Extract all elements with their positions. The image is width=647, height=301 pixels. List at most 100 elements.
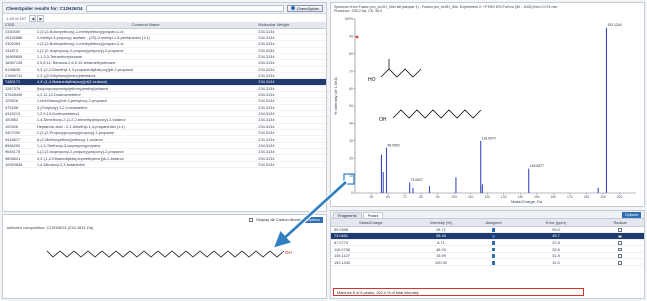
col-radical[interactable]: Radical bbox=[596, 219, 644, 227]
spectrum-marker-icon bbox=[355, 35, 359, 39]
tab-fragments[interactable]: Fragments bbox=[333, 212, 362, 218]
results-count: 1-40 of 107 bbox=[6, 15, 27, 21]
pager-prev-icon[interactable]: ◀ bbox=[29, 14, 37, 22]
fragment-row[interactable]: 192.1240 100.00 12.0 bbox=[331, 258, 644, 267]
fragment-row[interactable]: 73.0651 98.45 45.7 bbox=[331, 232, 644, 240]
assigned-checkbox[interactable] bbox=[491, 254, 496, 258]
y-tick-label: 80 bbox=[349, 52, 353, 56]
x-tick-label: 90 bbox=[436, 195, 440, 199]
radical-checkbox[interactable] bbox=[618, 260, 622, 265]
compound-row[interactable]: 10953838 1,4-Dibutoxy-2,3-butanediol 234.3… bbox=[3, 161, 326, 169]
compound-mw: 234.3134 bbox=[256, 161, 326, 169]
fragment-assigned bbox=[471, 226, 516, 234]
assigned-checkbox[interactable] bbox=[491, 227, 496, 232]
fragment-assigned bbox=[471, 232, 516, 240]
molecule-backbone bbox=[46, 250, 285, 258]
spectrum-title-line2: Precursor: 235.2 Da, CE: 35.0 bbox=[334, 9, 383, 14]
radical-checkbox[interactable] bbox=[618, 227, 622, 232]
assigned-checkbox[interactable] bbox=[491, 241, 496, 245]
col-assigned[interactable]: Assigned bbox=[471, 219, 516, 227]
molecule-structure: OH bbox=[46, 250, 292, 258]
fragments-header: Mass/Charge Intensity (%) Assigned Error… bbox=[331, 219, 644, 227]
spectrum-chart[interactable]: 100%908070605040302010050 60 70 80 90 100 110 1… bbox=[331, 15, 644, 205]
x-tick-label: 50 bbox=[370, 195, 374, 199]
display-all-checkbox[interactable] bbox=[249, 217, 254, 222]
fragment-error: 99.0 bbox=[516, 226, 596, 234]
results-toolbar: 1-40 of 107 ◀ ▶ bbox=[3, 14, 326, 22]
fragment-oh-label: OH bbox=[379, 117, 387, 123]
fragment-row[interactable]: 116.0738 48.29 32.6 bbox=[331, 245, 644, 253]
assigned-checkbox[interactable] bbox=[491, 260, 496, 265]
y-tick-label: 70 bbox=[349, 69, 353, 73]
peak-label: 73.0527 bbox=[411, 178, 423, 182]
peak-label: 116.0970 bbox=[482, 136, 496, 140]
compounds-body: 2330400 2-(2-(2-Butoxyethoxy)-1-methyleth… bbox=[3, 28, 326, 169]
fragment-row[interactable]: 145.1127 15.99 31.8 bbox=[331, 252, 644, 260]
fragments-body: 59.0598 28.71 99.0 73.0651 98.45 45.7 87.0774 8… bbox=[331, 226, 644, 267]
y-tick-label: 60 bbox=[349, 87, 353, 91]
x-tick-label: 170 bbox=[567, 195, 573, 199]
fragment-radical bbox=[596, 239, 644, 247]
radical-checkbox[interactable] bbox=[618, 254, 622, 258]
x-tick-label: 200 bbox=[617, 195, 623, 199]
chemspider-button[interactable]: ChemSpider bbox=[286, 4, 323, 12]
query-field[interactable] bbox=[85, 4, 284, 12]
chemspider-button-label: ChemSpider bbox=[296, 5, 319, 11]
fragment-mz: 116.0738 bbox=[331, 245, 411, 253]
peak-label: 192.1240 bbox=[607, 23, 621, 27]
fragment-tabs: Fragments Peaks Options bbox=[331, 211, 644, 219]
spectrum-axes: 100%908070605040302010050 60 70 80 90 100 110 1… bbox=[344, 17, 636, 199]
display-all-label: Display all Carbon Atoms bbox=[256, 217, 301, 222]
fragment-mz: 73.0651 bbox=[331, 232, 411, 240]
radical-checkbox[interactable] bbox=[618, 241, 622, 245]
assigned-checkbox[interactable] bbox=[491, 247, 496, 252]
compound-csid: 10953838 bbox=[3, 161, 35, 169]
radical-checkbox[interactable] bbox=[618, 247, 622, 252]
col-mass-charge[interactable]: Mass/Charge bbox=[331, 219, 411, 227]
fragment-assigned bbox=[471, 252, 516, 260]
x-tick-label: 190 bbox=[600, 195, 606, 199]
fragment-intensity: 98.45 bbox=[411, 232, 471, 240]
fragment-mz: 192.1240 bbox=[331, 258, 411, 267]
fragment-row[interactable]: 87.0774 8.71 22.8 bbox=[331, 239, 644, 247]
fragment-assigned bbox=[471, 258, 516, 267]
col-intensity[interactable]: Intensity (%) bbox=[411, 219, 471, 227]
tab-peaks[interactable]: Peaks bbox=[362, 212, 384, 218]
spectrum-panel: Spectrum from Fusion pro_ecOH_40k.raff (… bbox=[330, 2, 645, 207]
radical-checkbox[interactable] bbox=[618, 234, 622, 239]
fragment-error: 12.0 bbox=[516, 258, 596, 267]
structure-toolbar: Display all Carbon Atoms Options bbox=[3, 215, 326, 224]
fragment-radical bbox=[596, 252, 644, 260]
y-tick-label: 40 bbox=[349, 122, 353, 126]
results-title: ChemSpider results for: C12H26O4 bbox=[6, 5, 83, 11]
fragment-intensity: 28.71 bbox=[411, 226, 471, 234]
fragment-error: 32.6 bbox=[516, 245, 596, 253]
fragment-error: 45.7 bbox=[516, 232, 596, 240]
pager: ◀ ▶ bbox=[29, 14, 45, 22]
fragments-table: Mass/Charge Intensity (%) Assigned Error… bbox=[331, 219, 644, 267]
chemspider-icon bbox=[290, 6, 295, 10]
selected-composition: selected composition: C12H26O4 (234.1831… bbox=[7, 225, 94, 230]
pager-next-icon[interactable]: ▶ bbox=[37, 14, 45, 22]
fragments-panel: Fragments Peaks Options Mass/Charge Inte… bbox=[330, 210, 645, 299]
fragment-row[interactable]: 59.0598 28.71 99.0 bbox=[331, 226, 644, 234]
y-tick-label: 90 bbox=[349, 35, 353, 39]
fragments-options-button[interactable]: Options bbox=[621, 212, 641, 218]
y-tick-label: 50 bbox=[349, 104, 353, 108]
x-tick-label: 60 bbox=[386, 195, 390, 199]
fragment-error: 22.8 bbox=[516, 239, 596, 247]
assigned-checkbox[interactable] bbox=[491, 234, 496, 239]
fragment-structure-top bbox=[380, 68, 422, 78]
chemspider-results-panel: ChemSpider results for: C12H26O4 ChemSpi… bbox=[2, 2, 327, 212]
structure-options-button[interactable]: Options bbox=[303, 216, 323, 223]
fragment-radical bbox=[596, 226, 644, 234]
col-error[interactable]: Error (ppm) bbox=[516, 219, 596, 227]
x-tick-label: 110 bbox=[468, 195, 474, 199]
x-tick-label: 70 bbox=[403, 195, 407, 199]
oh-label: OH bbox=[285, 250, 292, 255]
fragment-assigned bbox=[471, 245, 516, 253]
fragment-radical bbox=[596, 232, 644, 240]
fragment-mz: 59.0598 bbox=[331, 226, 411, 234]
x-tick-label: 100 bbox=[451, 195, 457, 199]
fragment-assigned bbox=[471, 239, 516, 247]
